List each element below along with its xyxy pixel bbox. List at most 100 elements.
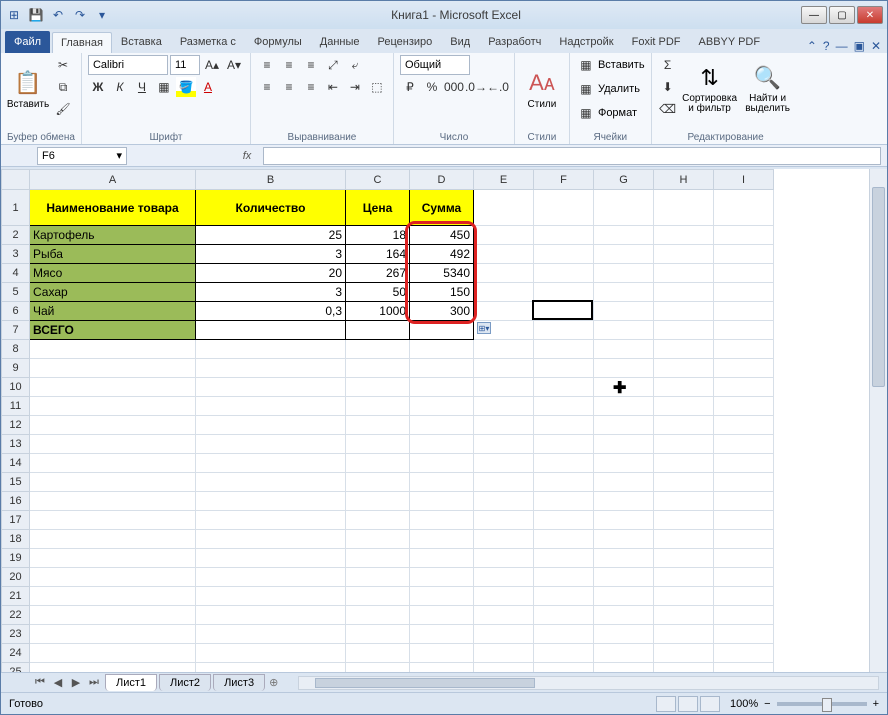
cell-I7[interactable] <box>714 321 774 340</box>
cell-G23[interactable] <box>594 625 654 644</box>
cell-C21[interactable] <box>346 587 410 606</box>
cell-E22[interactable] <box>474 606 534 625</box>
cell-H5[interactable] <box>654 283 714 302</box>
comma-icon[interactable]: 000 <box>444 77 464 97</box>
cell-G2[interactable] <box>594 226 654 245</box>
cell-I25[interactable] <box>714 663 774 673</box>
cell-I20[interactable] <box>714 568 774 587</box>
cell-D14[interactable] <box>410 454 474 473</box>
cell-G1[interactable] <box>594 190 654 226</box>
cell-B5[interactable]: 3 <box>196 283 346 302</box>
cell-I23[interactable] <box>714 625 774 644</box>
tab-developer[interactable]: Разработч <box>479 31 550 53</box>
cell-D9[interactable] <box>410 359 474 378</box>
cell-G5[interactable] <box>594 283 654 302</box>
cell-E18[interactable] <box>474 530 534 549</box>
namebox-dropdown-icon[interactable]: ▾ <box>116 149 122 162</box>
help-icon[interactable]: ? <box>823 39 830 53</box>
cell-D3[interactable]: 492 <box>410 245 474 264</box>
zoom-slider[interactable] <box>777 702 867 706</box>
cell-I2[interactable] <box>714 226 774 245</box>
cell-C11[interactable] <box>346 397 410 416</box>
border-icon[interactable]: ▦ <box>154 77 174 97</box>
fill-icon[interactable]: ⬇ <box>658 77 678 97</box>
row-header-3[interactable]: 3 <box>2 245 30 264</box>
cell-H21[interactable] <box>654 587 714 606</box>
cell-C16[interactable] <box>346 492 410 511</box>
cell-C12[interactable] <box>346 416 410 435</box>
cell-G14[interactable] <box>594 454 654 473</box>
cell-C3[interactable]: 164 <box>346 245 410 264</box>
row-header-7[interactable]: 7 <box>2 321 30 340</box>
cell-C2[interactable]: 18 <box>346 226 410 245</box>
doc-close-icon[interactable]: ✕ <box>871 39 881 53</box>
sort-filter-button[interactable]: ⇅ Сортировка и фильтр <box>682 55 738 121</box>
tab-abbyy[interactable]: ABBYY PDF <box>690 31 770 53</box>
cell-A25[interactable] <box>30 663 196 673</box>
cell-D8[interactable] <box>410 340 474 359</box>
cell-F12[interactable] <box>534 416 594 435</box>
row-header-23[interactable]: 23 <box>2 625 30 644</box>
cell-I8[interactable] <box>714 340 774 359</box>
cell-E12[interactable] <box>474 416 534 435</box>
font-name-combo[interactable]: Calibri <box>88 55 168 75</box>
cell-B4[interactable]: 20 <box>196 264 346 283</box>
cell-H16[interactable] <box>654 492 714 511</box>
cell-G15[interactable] <box>594 473 654 492</box>
cell-I16[interactable] <box>714 492 774 511</box>
shrink-font-icon[interactable]: A▾ <box>224 55 244 75</box>
cell-C23[interactable] <box>346 625 410 644</box>
col-header-F[interactable]: F <box>534 170 594 190</box>
vscroll-thumb[interactable] <box>872 187 885 387</box>
cell-D1[interactable]: Сумма <box>410 190 474 226</box>
cell-C13[interactable] <box>346 435 410 454</box>
cell-C10[interactable] <box>346 378 410 397</box>
cell-B2[interactable]: 25 <box>196 226 346 245</box>
cell-E5[interactable] <box>474 283 534 302</box>
cell-H9[interactable] <box>654 359 714 378</box>
cell-F11[interactable] <box>534 397 594 416</box>
find-select-button[interactable]: 🔍 Найти и выделить <box>742 55 794 121</box>
row-header-25[interactable]: 25 <box>2 663 30 673</box>
cell-H20[interactable] <box>654 568 714 587</box>
cell-H1[interactable] <box>654 190 714 226</box>
cell-B11[interactable] <box>196 397 346 416</box>
cell-B25[interactable] <box>196 663 346 673</box>
cell-B16[interactable] <box>196 492 346 511</box>
cell-F21[interactable] <box>534 587 594 606</box>
row-header-9[interactable]: 9 <box>2 359 30 378</box>
cell-A3[interactable]: Рыба <box>30 245 196 264</box>
cell-A1[interactable]: Наименование товара <box>30 190 196 226</box>
cell-A15[interactable] <box>30 473 196 492</box>
cell-A21[interactable] <box>30 587 196 606</box>
autofill-options-icon[interactable]: ⊞▾ <box>477 322 491 334</box>
paste-button[interactable]: 📋 Вставить <box>7 55 49 121</box>
doc-minimize-icon[interactable]: — <box>836 39 848 53</box>
cell-G3[interactable] <box>594 245 654 264</box>
col-header-A[interactable]: A <box>30 170 196 190</box>
cell-F19[interactable] <box>534 549 594 568</box>
cell-A12[interactable] <box>30 416 196 435</box>
cell-B6[interactable]: 0,3 <box>196 302 346 321</box>
cell-F22[interactable] <box>534 606 594 625</box>
cell-F6[interactable] <box>534 302 594 321</box>
sheet-tab-3[interactable]: Лист3 <box>213 674 265 691</box>
cell-C15[interactable] <box>346 473 410 492</box>
cell-D19[interactable] <box>410 549 474 568</box>
cell-A23[interactable] <box>30 625 196 644</box>
qat-dropdown-icon[interactable]: ▾ <box>93 6 111 24</box>
cell-A6[interactable]: Чай <box>30 302 196 321</box>
row-header-16[interactable]: 16 <box>2 492 30 511</box>
cell-G6[interactable] <box>594 302 654 321</box>
minimize-ribbon-icon[interactable]: ⌃ <box>807 39 817 53</box>
align-right-icon[interactable]: ≡ <box>301 77 321 97</box>
sheet-last-icon[interactable]: ⏭ <box>85 676 103 689</box>
cell-B17[interactable] <box>196 511 346 530</box>
wrap-text-icon[interactable]: ⤶ <box>345 55 365 75</box>
cell-D7[interactable] <box>410 321 474 340</box>
cell-G9[interactable] <box>594 359 654 378</box>
cell-F13[interactable] <box>534 435 594 454</box>
row-header-19[interactable]: 19 <box>2 549 30 568</box>
cell-E6[interactable] <box>474 302 534 321</box>
cell-F3[interactable] <box>534 245 594 264</box>
